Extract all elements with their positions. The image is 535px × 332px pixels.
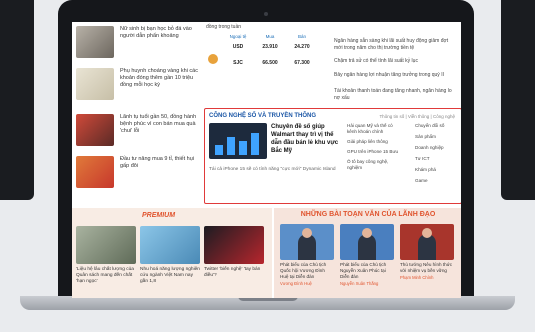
premium-section: PREMIUM 'Liệu hệ lâu chất lượng của Quân… [72, 208, 272, 298]
adjacent-device-left [0, 0, 34, 200]
card-author[interactable]: Nguyễn Xuân Thắng [340, 281, 394, 286]
tech-headline-list: Hải quan Mỹ và thế có kênh khoán chính G… [347, 123, 401, 175]
card-image[interactable] [76, 226, 136, 264]
browser-screen: Nữ sinh bị bạn học bỏ đá vào người dẫn p… [72, 22, 461, 298]
tech-media-section: CÔNG NGHỆ SỐ VÀ TRUYỀN THÔNG Thông tin s… [204, 108, 461, 204]
right-news-link[interactable]: Bảy ngân hàng lợi nhuận tăng trưởng tron… [334, 72, 458, 79]
card-image[interactable] [340, 224, 394, 260]
right-news-link[interactable]: Tài khoản thanh toán đang tăng nhanh, ng… [334, 88, 458, 102]
premium-card[interactable]: Twitter 'biến nghệ' 'tay bán điều'? [204, 226, 264, 279]
currency-code: USD [232, 44, 244, 50]
category-link[interactable]: Doanh nghiệp [415, 145, 459, 151]
category-link[interactable]: Khám phá [415, 167, 459, 173]
card-caption[interactable]: Nhu hoá năng lượng nghiên cứu ngành Việt… [140, 267, 200, 285]
card-caption[interactable]: Phát biểu của Chủ tịch Nguyễn Xuân Phúc … [340, 262, 394, 280]
leader-card[interactable]: Thủ tướng Nêu hình thức với nhiệm vụ bền… [400, 224, 454, 280]
exchange-rate-widget: đồng trong tuần Ngoại tệ Mua Bán USD 23.… [206, 24, 326, 104]
featured-image[interactable] [209, 123, 267, 159]
featured-headline[interactable]: Chuyên đề số giúp Walmart thay trì vị th… [271, 123, 341, 155]
list-item[interactable]: Hải quan Mỹ và thế có kênh khoán chính [347, 123, 401, 135]
list-item[interactable]: Giải pháp liên thông [347, 139, 401, 145]
category-link[interactable]: Game [415, 178, 459, 184]
leaders-title[interactable]: NHỮNG BÀI TOẠN VĂN CỦA LÃNH ĐẠO [282, 211, 454, 218]
right-news-link[interactable]: Chậm trả sử có thể tính lãi suất kỷ lục [334, 58, 458, 65]
currency-code: SJC [233, 60, 243, 66]
leader-card[interactable]: Phát biểu của Chủ tịch Nguyễn Xuân Phúc … [340, 224, 394, 286]
sell-value: 24.270 [294, 44, 310, 50]
widget-heading: đồng trong tuần [206, 24, 242, 30]
news-item[interactable]: Nữ sinh bị bạn học bỏ đá vào người dẫn p… [76, 26, 202, 68]
right-news-link[interactable]: Ngân hàng sẵn sàng khi lãi suất huy động… [334, 38, 458, 52]
column-label: Ngoại tệ [229, 34, 247, 39]
category-link[interactable]: Tư ICT [415, 156, 459, 162]
column-label: Mua [265, 34, 275, 39]
adjacent-device-right [501, 0, 535, 200]
card-caption[interactable]: Thủ tướng Nêu hình thức với nhiệm vụ bền… [400, 262, 454, 274]
list-item[interactable]: GPU trên iPhone 15 Bưu [347, 149, 401, 155]
news-thumbnail[interactable] [76, 26, 114, 58]
news-thumbnail[interactable] [76, 114, 114, 146]
card-image[interactable] [204, 226, 264, 264]
card-caption[interactable]: Twitter 'biến nghệ' 'tay bán điều'? [204, 267, 264, 279]
sell-value: 67.300 [294, 60, 310, 66]
premium-card[interactable]: Nhu hoá năng lượng nghiên cứu ngành Việt… [140, 226, 200, 285]
leaders-section: NHỮNG BÀI TOẠN VĂN CỦA LÃNH ĐẠO Phát biể… [274, 208, 461, 298]
category-link[interactable]: Chuyển đổi số [415, 123, 459, 129]
currency-icon [208, 54, 218, 64]
column-label: Bán [297, 34, 306, 39]
webcam-icon [264, 12, 268, 16]
news-title[interactable]: Nữ sinh bị bạn học bỏ đá vào người dẫn p… [120, 26, 200, 40]
section-subnav[interactable]: Thông tin số | Viễn thông | Công nghệ [379, 114, 455, 119]
premium-title[interactable]: PREMIUM [142, 212, 175, 219]
category-link[interactable]: Sản phẩm [415, 134, 459, 140]
secondary-headline[interactable]: Tái cả iPhone 15 sẽ có tính năng "cực mớ… [209, 167, 339, 173]
buy-value: 66.500 [262, 60, 278, 66]
news-title[interactable]: Lãnh tụ tuổi gần 50, đồng hành bệnh phúc… [120, 114, 200, 135]
premium-card[interactable]: 'Liệu hệ lâu chất lượng của Quân sách ma… [76, 226, 136, 285]
card-image[interactable] [280, 224, 334, 260]
card-author[interactable]: Phạm Minh Chính [400, 275, 454, 280]
card-image[interactable] [400, 224, 454, 260]
news-item[interactable]: Đầu tư nâng mua 9 tỉ, thiết hụi gấp đôi [76, 156, 202, 198]
card-image[interactable] [140, 226, 200, 264]
section-title[interactable]: CÔNG NGHỆ SỐ VÀ TRUYỀN THÔNG [209, 113, 316, 119]
tech-category-list: Chuyển đổi số Sản phẩm Doanh nghiệp Tư I… [415, 123, 459, 189]
news-item[interactable]: Phụ huynh choáng vàng khi các khoản đóng… [76, 68, 202, 110]
news-title[interactable]: Phụ huynh choáng vàng khi các khoản đóng… [120, 68, 200, 89]
news-item[interactable]: Lãnh tụ tuổi gần 50, đồng hành bệnh phúc… [76, 114, 202, 156]
leader-card[interactable]: Phát biểu của Chủ tịch Quốc hội Vương Đì… [280, 224, 334, 286]
news-thumbnail[interactable] [76, 156, 114, 188]
news-thumbnail[interactable] [76, 68, 114, 100]
news-title[interactable]: Đầu tư nâng mua 9 tỉ, thiết hụi gấp đôi [120, 156, 200, 170]
card-caption[interactable]: Phát biểu của Chủ tịch Quốc hội Vương Đì… [280, 262, 334, 280]
card-author[interactable]: Vương Đình Huệ [280, 281, 334, 286]
card-caption[interactable]: 'Liệu hệ lâu chất lượng của Quân sách ma… [76, 267, 136, 285]
list-item[interactable]: Ô tô bay công nghệ, nghiệm [347, 159, 401, 171]
buy-value: 23.910 [262, 44, 278, 50]
